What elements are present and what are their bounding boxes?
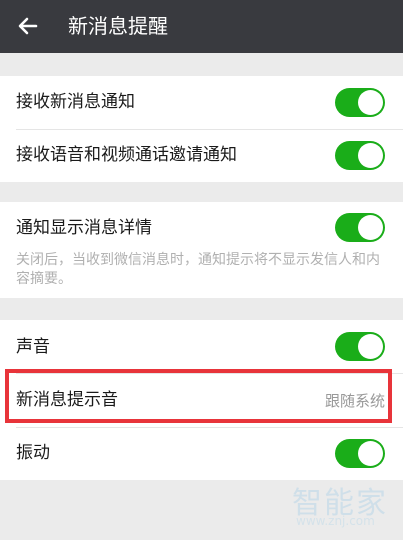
setting-row-show-details[interactable]: 通知显示消息详情 [0,202,403,255]
page-title: 新消息提醒 [68,14,168,38]
setting-row-call-invite[interactable]: 接收语音和视频通话邀请通知 [0,129,403,182]
setting-row-notification-tone[interactable]: 新消息提示音 跟随系统 [0,373,403,426]
sound-toggle[interactable] [335,332,385,361]
setting-row-vibrate[interactable]: 振动 [0,427,403,480]
watermark-url: www.znj.com [296,514,375,528]
setting-label: 通知显示消息详情 [16,218,152,238]
vibrate-toggle[interactable] [335,439,385,468]
notification-group: 接收新消息通知 接收语音和视频通话邀请通知 [0,76,403,182]
notification-tone-value: 跟随系统 [324,392,385,410]
setting-label: 新消息提示音 [16,390,118,410]
setting-label: 接收语音和视频通话邀请通知 [16,145,237,165]
setting-description: 关闭后，当收到微信消息时，通知提示将不显示发信人和内容摘要。 [16,252,380,287]
show-details-toggle[interactable] [335,213,385,242]
call-invite-toggle[interactable] [335,141,385,170]
setting-label: 声音 [16,337,50,357]
setting-label: 接收新消息通知 [16,92,135,112]
arrow-left-icon[interactable] [14,12,42,40]
receive-new-messages-toggle[interactable] [335,88,385,117]
details-group: 通知显示消息详情 关闭后，当收到微信消息时，通知提示将不显示发信人和内容摘要。 [0,202,403,298]
setting-row-sound[interactable]: 声音 [0,320,403,373]
sound-group: 声音 新消息提示音 跟随系统 振动 [0,320,403,480]
top-bar: 新消息提醒 [0,0,403,53]
setting-label: 振动 [16,443,50,463]
setting-row-receive-new-messages[interactable]: 接收新消息通知 [0,76,403,129]
